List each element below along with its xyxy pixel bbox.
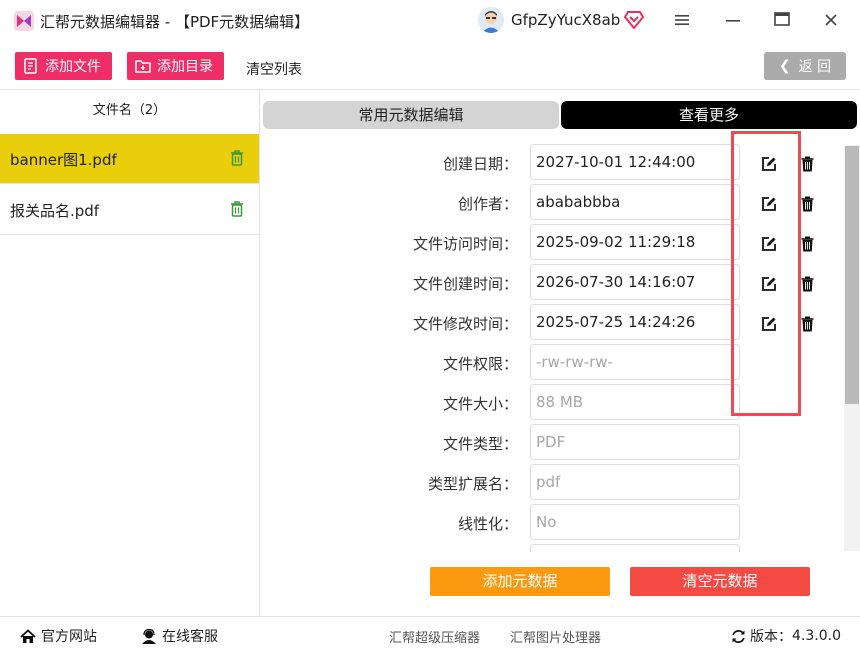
file-list-panel: 文件名（2） banner图1.pdf 报关品名.pdf — [0, 90, 260, 616]
field-label-author: 创作者： — [457, 195, 518, 213]
tab-view-more[interactable]: 查看更多 — [561, 101, 857, 129]
refresh-icon — [732, 629, 745, 643]
highlight-annotation-box — [731, 131, 801, 416]
file-created-time-field[interactable]: 2026-07-30 14:16:07 — [530, 264, 740, 300]
field-label-file-created-time: 文件创建时间： — [412, 275, 518, 293]
add-folder-button[interactable]: 添加目录 — [127, 52, 224, 80]
add-folder-label: 添加目录 — [157, 59, 213, 75]
file-name: 报关品名.pdf — [10, 202, 100, 220]
version-label: 版本： — [750, 629, 792, 645]
app-logo-icon — [14, 11, 34, 31]
delete-icon[interactable] — [801, 156, 814, 172]
add-metadata-button[interactable]: 添加元数据 — [430, 567, 610, 596]
file-type-field: PDF — [530, 424, 740, 460]
field-label-extension: 类型扩展名： — [427, 475, 518, 493]
field-label-access-time: 文件访问时间： — [412, 235, 518, 253]
file-list-item[interactable]: 报关品名.pdf — [0, 185, 259, 235]
menu-icon[interactable] — [671, 10, 693, 32]
file-list-item[interactable]: banner图1.pdf — [0, 134, 259, 184]
delete-icon[interactable] — [801, 276, 814, 292]
field-label-creation-date: 创建日期： — [442, 155, 518, 173]
delete-icon[interactable] — [801, 196, 814, 212]
author-field[interactable]: abababbba — [530, 184, 740, 220]
extension-field: pdf — [530, 464, 740, 500]
file-size-field: 88 MB — [530, 384, 740, 420]
scrollbar-thumb[interactable] — [845, 146, 859, 404]
access-time-field[interactable]: 2025-09-02 11:29:18 — [530, 224, 740, 260]
support-agent-icon — [142, 628, 156, 644]
avatar-icon — [482, 11, 500, 33]
back-button[interactable]: ❮ 返 回 — [764, 52, 846, 80]
version-number: 4.3.0.0 — [792, 628, 841, 644]
add-file-icon — [24, 58, 37, 74]
next-field-partial — [530, 544, 740, 552]
official-website-link[interactable]: 官方网站 — [20, 626, 97, 646]
field-label-file-size: 文件大小： — [442, 395, 518, 413]
title-bar: 汇帮元数据编辑器 - 【PDF元数据编辑】 GfpZyYucX8ab — [0, 0, 860, 42]
file-list-header: 文件名（2） — [92, 103, 167, 118]
field-label-permissions: 文件权限： — [442, 355, 518, 373]
add-file-button[interactable]: 添加文件 — [15, 52, 112, 80]
back-label: 返 回 — [798, 59, 832, 75]
home-icon — [20, 628, 36, 643]
user-avatar[interactable] — [478, 7, 504, 33]
toolbar: 添加文件 添加目录 清空列表 — [0, 42, 860, 90]
tab-common-metadata[interactable]: 常用元数据编辑 — [263, 101, 559, 129]
file-name: banner图1.pdf — [10, 151, 117, 169]
compressor-link[interactable]: 汇帮超级压缩器 — [389, 627, 480, 646]
close-icon[interactable] — [820, 10, 842, 32]
online-support-link[interactable]: 在线客服 — [141, 626, 218, 646]
field-label-modified-time: 文件修改时间： — [412, 315, 518, 333]
clear-metadata-button[interactable]: 清空元数据 — [630, 567, 810, 596]
user-name[interactable]: GfpZyYucX8ab — [511, 11, 620, 29]
online-support-label: 在线客服 — [162, 629, 218, 645]
vip-diamond-icon[interactable] — [624, 11, 644, 29]
status-bar: 官方网站 在线客服 汇帮超级压缩器 汇帮图片处理器 版本： 4.3.0.0 — [0, 616, 860, 650]
linearized-field: No — [530, 504, 740, 540]
permissions-field: -rw-rw-rw- — [530, 344, 740, 380]
trash-icon[interactable] — [230, 150, 244, 166]
trash-icon[interactable] — [230, 201, 244, 217]
delete-icon[interactable] — [801, 316, 814, 332]
version-info[interactable]: 版本： 4.3.0.0 — [731, 626, 841, 646]
window-title: 汇帮元数据编辑器 - 【PDF元数据编辑】 — [40, 13, 310, 31]
image-tool-link[interactable]: 汇帮图片处理器 — [510, 627, 601, 646]
minimize-icon[interactable] — [722, 10, 744, 32]
creation-date-field[interactable]: 2027-10-01 12:44:00 — [530, 144, 740, 180]
clear-list-button[interactable]: 清空列表 — [246, 59, 302, 79]
official-website-label: 官方网站 — [41, 629, 97, 645]
maximize-icon[interactable] — [771, 10, 793, 32]
field-label-file-type: 文件类型： — [442, 435, 518, 453]
add-file-label: 添加文件 — [45, 59, 101, 75]
add-folder-icon — [135, 60, 151, 73]
modified-time-field[interactable]: 2025-07-25 14:24:26 — [530, 304, 740, 340]
delete-icon[interactable] — [801, 236, 814, 252]
chevron-left-icon: ❮ — [778, 58, 791, 74]
field-label-linearized: 线性化： — [457, 515, 518, 533]
